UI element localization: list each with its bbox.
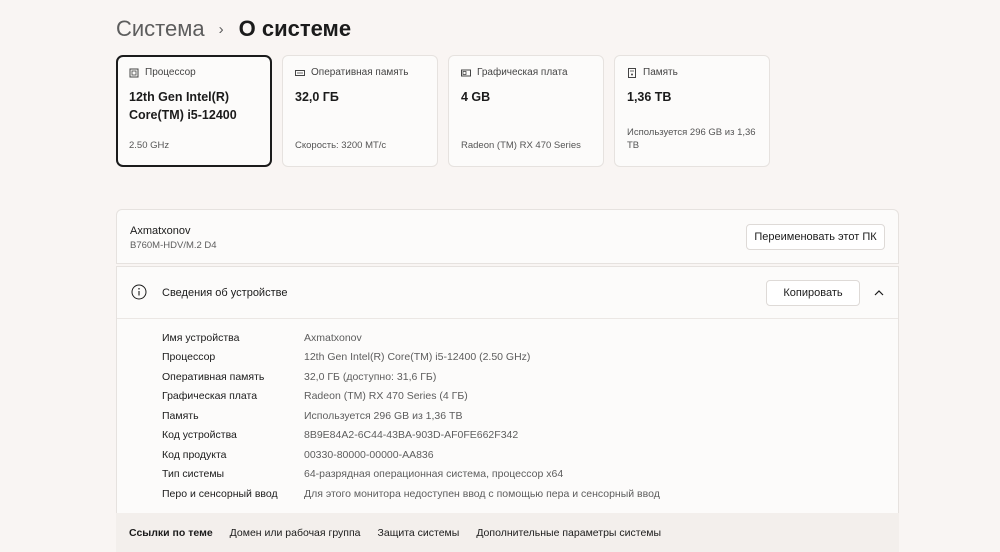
pc-model: B760M-HDV/M.2 D4	[130, 240, 217, 251]
processor-icon	[129, 68, 139, 77]
card-value: 4 GB	[461, 90, 491, 104]
card-value: 32,0 ГБ	[295, 90, 339, 104]
spec-row: Оперативная память 32,0 ГБ (доступно: 31,…	[162, 367, 660, 387]
spec-value: 00330-80000-00000-AA836	[304, 448, 434, 461]
spec-row: Тип системы 64-разрядная операционная сис…	[162, 465, 660, 485]
device-specs-header[interactable]: Сведения об устройстве Копировать	[117, 267, 898, 319]
spec-value: 32,0 ГБ (доступно: 31,6 ГБ)	[304, 370, 437, 383]
card-value: 12th Gen Intel(R) Core(TM) i5-12400	[129, 90, 237, 122]
spec-label: Графическая плата	[162, 390, 258, 403]
link-system-protection[interactable]: Защита системы	[378, 527, 460, 539]
ram-icon	[295, 69, 305, 76]
spec-label: Оперативная память	[162, 370, 265, 383]
spec-value: Axmatxonov	[304, 331, 362, 344]
spec-row: Перо и сенсорный ввод Для этого монитора …	[162, 484, 660, 504]
spec-value: 64-разрядная операционная система, проце…	[304, 468, 564, 481]
spec-row: Код устройства 8B9E84A2-6C44-43BA-903D-AF…	[162, 426, 660, 446]
breadcrumb: Система › О системе	[116, 14, 351, 44]
spec-label: Тип системы	[162, 468, 225, 481]
spec-row: Код продукта 00330-80000-00000-AA836	[162, 445, 660, 465]
card-graphics[interactable]: Графическая плата 4 GB Radeon (TM) RX 47…	[448, 55, 604, 167]
card-processor[interactable]: Процессор 12th Gen Intel(R) Core(TM) i5-…	[116, 55, 272, 167]
card-title: Память	[643, 67, 678, 78]
card-title: Графическая плата	[477, 67, 568, 78]
card-value: 1,36 TB	[627, 90, 672, 104]
page-title: О системе	[238, 16, 352, 41]
spec-value: Используется 296 GB из 1,36 ТВ	[304, 409, 463, 422]
spec-row: Графическая плата Radeon (TM) RX 470 Seri…	[162, 387, 660, 407]
spec-cards: Процессор 12th Gen Intel(R) Core(TM) i5-…	[116, 55, 770, 167]
spec-row: Память Используется 296 GB из 1,36 ТВ	[162, 406, 660, 426]
link-advanced-system-settings[interactable]: Дополнительные параметры системы	[476, 527, 661, 539]
card-subtitle: 2.50 GHz	[129, 140, 170, 151]
spec-value: 8B9E84A2-6C44-43BA-903D-AF0FE662F342	[304, 429, 519, 442]
card-ram[interactable]: Оперативная память 32,0 ГБ Скорость: 320…	[282, 55, 438, 167]
card-subtitle: Скорость: 3200 МТ/с	[295, 140, 387, 151]
spec-row: Процессор 12th Gen Intel(R) Core(TM) i5-1…	[162, 348, 660, 368]
spec-label: Имя устройства	[162, 331, 240, 344]
pc-name: Axmatxonov	[130, 225, 191, 237]
chevron-up-icon[interactable]	[873, 287, 885, 299]
card-subtitle: Radeon (TM) RX 470 Series	[461, 140, 581, 151]
breadcrumb-parent-system[interactable]: Система	[116, 16, 205, 42]
device-specs-panel: Сведения об устройстве Копировать Имя ус…	[116, 266, 899, 514]
spec-value: Для этого монитора недоступен ввод с пом…	[304, 487, 660, 500]
info-icon	[131, 284, 147, 300]
card-title: Процессор	[145, 67, 196, 78]
pc-name-panel: Axmatxonov B760M-HDV/M.2 D4 Переименоват…	[116, 209, 899, 264]
spec-label: Код устройства	[162, 429, 237, 442]
spec-value: Radeon (TM) RX 470 Series (4 ГБ)	[304, 390, 468, 403]
rename-pc-button[interactable]: Переименовать этот ПК	[746, 224, 885, 250]
spec-label: Код продукта	[162, 448, 227, 461]
card-title: Оперативная память	[311, 67, 409, 78]
link-domain-workgroup[interactable]: Домен или рабочая группа	[230, 527, 361, 539]
storage-icon	[628, 67, 636, 78]
spec-list: Имя устройства Axmatxonov Процессор 12th G…	[162, 328, 660, 504]
spec-value: 12th Gen Intel(R) Core(TM) i5-12400 (2.5…	[304, 351, 531, 364]
related-links-bar: Ссылки по теме Домен или рабочая группа …	[116, 513, 899, 552]
card-storage[interactable]: Память 1,36 TB Используется 296 GB из 1,…	[614, 55, 770, 167]
related-links-title: Ссылки по теме	[129, 526, 213, 539]
copy-button[interactable]: Копировать	[766, 280, 860, 306]
spec-label: Процессор	[162, 351, 216, 364]
spec-label: Память	[162, 409, 199, 422]
spec-label: Перо и сенсорный ввод	[162, 487, 278, 500]
card-subtitle: Используется 296 GB из 1,36 ТВ	[627, 127, 756, 151]
breadcrumb-separator: ›	[218, 20, 224, 38]
graphics-card-icon	[461, 69, 471, 76]
device-specs-title: Сведения об устройстве	[162, 287, 288, 299]
spec-row: Имя устройства Axmatxonov	[162, 328, 660, 348]
